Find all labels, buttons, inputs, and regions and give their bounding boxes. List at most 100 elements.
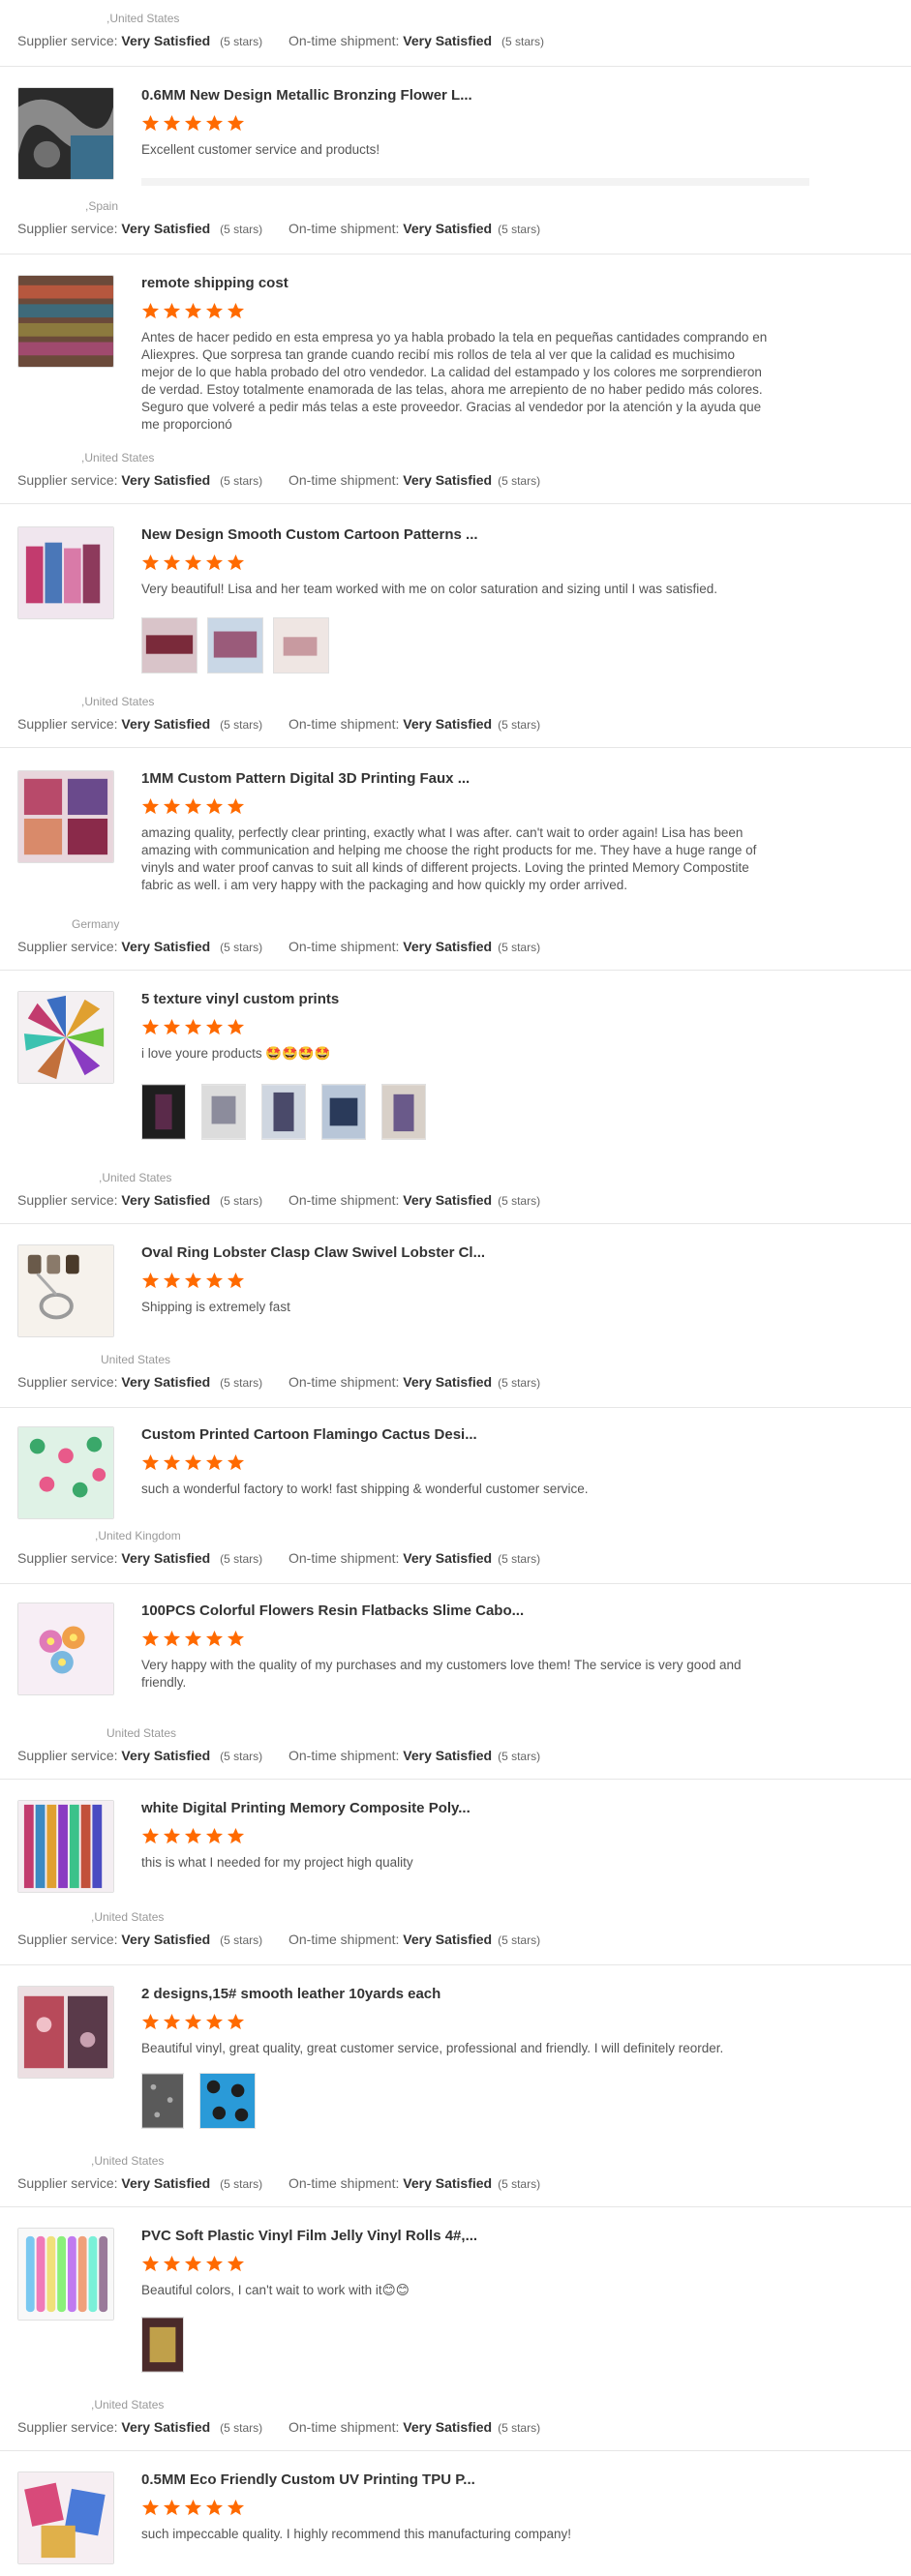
product-thumbnail[interactable] bbox=[17, 1800, 114, 1893]
review-photo[interactable] bbox=[261, 1084, 306, 1140]
reviewer-info: United States Supplier service: Very Sat… bbox=[0, 1726, 911, 1765]
product-title[interactable]: white Digital Printing Memory Composite … bbox=[141, 1800, 471, 1816]
divider bbox=[0, 254, 911, 255]
service-ratings: Supplier service: Very Satisfied (5 star… bbox=[17, 1550, 541, 1566]
product-title[interactable]: Oval Ring Lobster Clasp Claw Swivel Lobs… bbox=[141, 1244, 485, 1261]
star-rating bbox=[141, 1630, 245, 1649]
reviewer-info: ,United States Supplier service: Very Sa… bbox=[0, 2398, 911, 2437]
product-title[interactable]: 5 texture vinyl custom prints bbox=[141, 991, 339, 1007]
star-icon bbox=[141, 2499, 160, 2516]
product-title[interactable]: Custom Printed Cartoon Flamingo Cactus D… bbox=[141, 1426, 477, 1443]
reviewer-country: United States bbox=[106, 1726, 177, 1740]
divider bbox=[0, 2450, 911, 2451]
star-icon bbox=[163, 302, 181, 319]
product-thumbnail[interactable] bbox=[17, 526, 114, 619]
star-icon bbox=[184, 554, 202, 571]
product-title[interactable]: New Design Smooth Custom Cartoon Pattern… bbox=[141, 526, 478, 543]
review-photo[interactable] bbox=[199, 2073, 256, 2129]
product-thumbnail[interactable] bbox=[17, 770, 114, 863]
star-icon bbox=[163, 1630, 181, 1647]
review-photos bbox=[141, 617, 329, 674]
service-ratings: Supplier service: Very Satisfied (5 star… bbox=[17, 1374, 541, 1390]
review-photo[interactable] bbox=[201, 1084, 246, 1140]
product-thumbnail[interactable] bbox=[17, 1986, 114, 2079]
product-title[interactable]: 2 designs,15# smooth leather 10yards eac… bbox=[141, 1986, 440, 2002]
reviewer-country: ,United States bbox=[81, 695, 155, 708]
star-icon bbox=[205, 2499, 224, 2516]
reviews-page: ,United States Supplier service: Very Sa… bbox=[0, 0, 911, 2576]
star-icon bbox=[184, 2013, 202, 2030]
review-photo[interactable] bbox=[141, 2073, 184, 2129]
product-thumbnail[interactable] bbox=[17, 2471, 114, 2564]
star-icon bbox=[205, 1018, 224, 1035]
star-icon bbox=[227, 2255, 245, 2272]
product-title[interactable]: 0.5MM Eco Friendly Custom UV Printing TP… bbox=[141, 2471, 475, 2488]
review-photos bbox=[141, 1084, 426, 1140]
star-icon bbox=[184, 302, 202, 319]
star-icon bbox=[227, 1018, 245, 1035]
product-thumbnail[interactable] bbox=[17, 1603, 114, 1695]
star-rating bbox=[141, 797, 245, 817]
review-text: Antes de hacer pedido en esta empresa yo… bbox=[141, 330, 768, 432]
star-icon bbox=[184, 2499, 202, 2516]
star-icon bbox=[227, 554, 245, 571]
product-title[interactable]: 0.6MM New Design Metallic Bronzing Flowe… bbox=[141, 87, 472, 104]
star-icon bbox=[227, 1827, 245, 1844]
star-icon bbox=[163, 797, 181, 815]
reviewer-country: ,United States bbox=[91, 1910, 165, 1924]
review-text: such impeccable quality. I highly recomm… bbox=[141, 2527, 571, 2541]
reviewer-country: Germany bbox=[72, 917, 120, 931]
product-thumbnail[interactable] bbox=[17, 1426, 114, 1519]
star-rating bbox=[141, 1018, 245, 1037]
reviewer-info: ,United States Supplier service: Very Sa… bbox=[0, 451, 911, 490]
star-icon bbox=[141, 1453, 160, 1471]
star-icon bbox=[141, 302, 160, 319]
product-thumbnail[interactable] bbox=[17, 275, 114, 368]
product-title[interactable]: 100PCS Colorful Flowers Resin Flatbacks … bbox=[141, 1603, 524, 1619]
star-icon bbox=[141, 1827, 160, 1844]
product-title[interactable]: 1MM Custom Pattern Digital 3D Printing F… bbox=[141, 770, 470, 787]
review-photo[interactable] bbox=[141, 2317, 184, 2373]
reviewer-country: ,United States bbox=[106, 12, 180, 25]
reviewer-info: United States Supplier service: Very Sat… bbox=[0, 1353, 911, 1392]
divider bbox=[0, 1583, 911, 1584]
star-icon bbox=[227, 2013, 245, 2030]
review-photo[interactable] bbox=[321, 1084, 366, 1140]
review-photo[interactable] bbox=[273, 617, 329, 674]
product-thumbnail[interactable] bbox=[17, 2228, 114, 2321]
divider bbox=[0, 2206, 911, 2207]
star-rating bbox=[141, 2255, 245, 2274]
reviewer-info: ,United States Supplier service: Very Sa… bbox=[0, 1910, 911, 1949]
review-photo[interactable] bbox=[207, 617, 263, 674]
review-text: Beautiful colors, I can't wait to work w… bbox=[141, 2283, 410, 2297]
product-title[interactable]: remote shipping cost bbox=[141, 275, 288, 291]
divider bbox=[0, 1964, 911, 1965]
review-photo[interactable] bbox=[381, 1084, 426, 1140]
star-rating bbox=[141, 302, 245, 321]
service-ratings: Supplier service: Very Satisfied (5 star… bbox=[17, 33, 908, 48]
star-icon bbox=[141, 1630, 160, 1647]
star-icon bbox=[163, 1827, 181, 1844]
reviewer-info: ,Spain Supplier service: Very Satisfied … bbox=[0, 199, 911, 238]
service-ratings: Supplier service: Very Satisfied (5 star… bbox=[17, 221, 541, 236]
star-icon bbox=[227, 114, 245, 132]
review-photo[interactable] bbox=[141, 617, 197, 674]
supplier-rating: Very Satisfied bbox=[121, 33, 211, 48]
product-thumbnail[interactable] bbox=[17, 991, 114, 1084]
star-icon bbox=[227, 1453, 245, 1471]
star-rating bbox=[141, 114, 245, 134]
star-icon bbox=[163, 2499, 181, 2516]
product-title[interactable]: PVC Soft Plastic Vinyl Film Jelly Vinyl … bbox=[141, 2228, 477, 2244]
product-thumbnail[interactable] bbox=[17, 1244, 114, 1337]
star-icon bbox=[184, 114, 202, 132]
star-icon bbox=[205, 114, 224, 132]
review-photo[interactable] bbox=[141, 1084, 186, 1140]
review-text: such a wonderful factory to work! fast s… bbox=[141, 1482, 589, 1496]
product-thumbnail[interactable] bbox=[17, 87, 114, 180]
reviewer-country: ,United States bbox=[91, 2154, 165, 2168]
star-icon bbox=[141, 2013, 160, 2030]
star-rating bbox=[141, 2013, 245, 2032]
review-text: i love youre products 🤩🤩🤩🤩 bbox=[141, 1046, 331, 1061]
star-rating bbox=[141, 554, 245, 573]
review-text: Excellent customer service and products! bbox=[141, 142, 380, 157]
